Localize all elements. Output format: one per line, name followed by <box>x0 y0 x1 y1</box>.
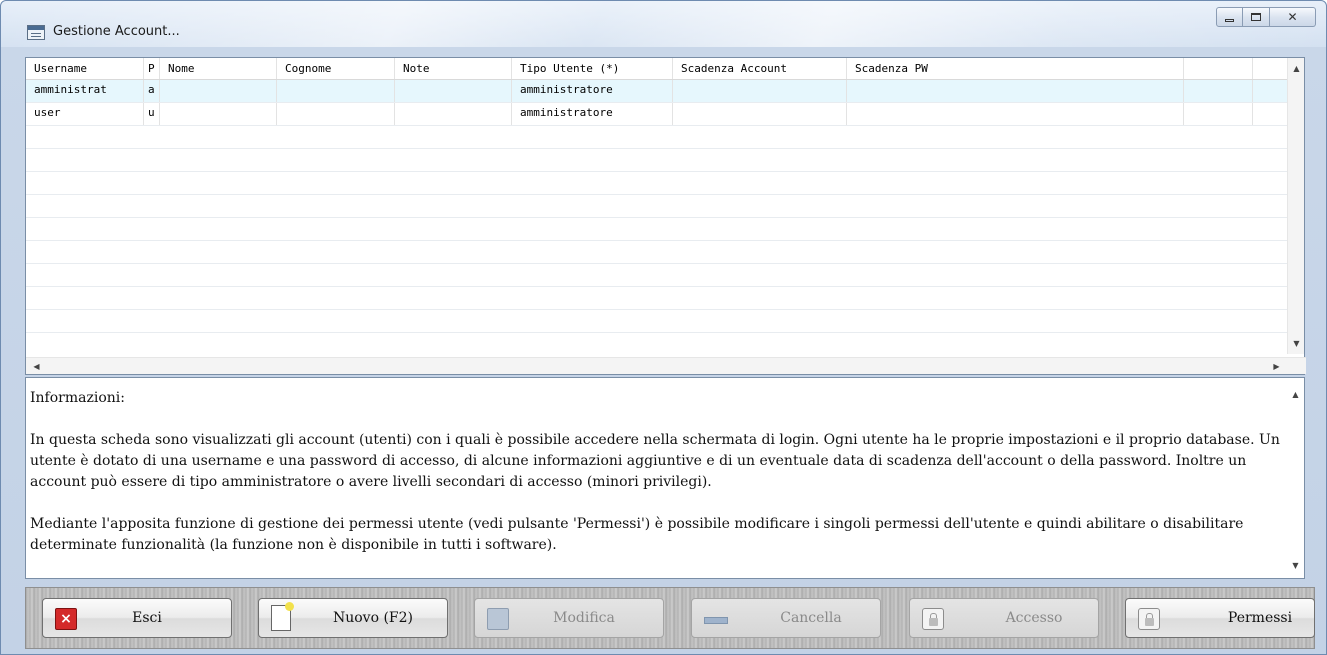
empty-row <box>26 195 1288 218</box>
close-button[interactable]: ✕ <box>1270 7 1316 27</box>
cell-username: amministrat <box>26 80 144 102</box>
cell-user-type: amministratore <box>512 80 673 102</box>
close-icon: ✕ <box>1287 10 1298 24</box>
maximize-icon <box>1251 13 1261 21</box>
cell-notes <box>395 103 512 125</box>
cell-password-expiry <box>847 80 1184 102</box>
access-button[interactable]: Accesso <box>909 598 1099 638</box>
cell-notes <box>395 80 512 102</box>
permissions-button-label: Permessi <box>1227 610 1293 626</box>
column-header-account-expiry[interactable]: Scadenza Account <box>673 58 847 79</box>
scroll-down-arrow-icon[interactable]: ▼ <box>1288 335 1305 352</box>
column-header-user-type[interactable]: Tipo Utente (*) <box>512 58 673 79</box>
empty-row <box>26 126 1288 149</box>
table-row[interactable]: amministrat a amministratore <box>26 80 1288 103</box>
delete-button[interactable]: Cancella <box>691 598 881 638</box>
exit-button[interactable]: × Esci <box>42 598 232 638</box>
info-paragraph-1: In questa scheda sono visualizzati gli a… <box>30 432 1280 490</box>
info-panel[interactable]: Informazioni: In questa scheda sono visu… <box>25 377 1305 579</box>
minimize-button[interactable] <box>1216 7 1243 27</box>
access-button-label: Accesso <box>1005 610 1063 626</box>
empty-row <box>26 264 1288 287</box>
info-vertical-scrollbar[interactable]: ▲ ▼ <box>1287 378 1304 578</box>
edit-button[interactable]: Modifica <box>474 598 664 638</box>
column-header-name[interactable]: Nome <box>160 58 277 79</box>
scroll-down-arrow-icon[interactable]: ▼ <box>1287 557 1304 574</box>
cell-account-expiry <box>673 103 847 125</box>
column-header-username[interactable]: Username <box>26 58 144 79</box>
table-row[interactable]: user u amministratore <box>26 103 1288 126</box>
column-header-extra-2[interactable] <box>1253 58 1288 79</box>
cell-password-expiry <box>847 103 1184 125</box>
column-header-password[interactable]: P <box>144 58 160 79</box>
cell-password: u <box>144 103 160 125</box>
cell-account-expiry <box>673 80 847 102</box>
info-paragraph-2: Mediante l'apposita funzione di gestione… <box>30 516 1244 553</box>
grid-header: Username P Nome Cognome Note Tipo Utente… <box>26 58 1288 80</box>
grid-body: amministrat a amministratore user u ammi… <box>26 80 1288 354</box>
column-header-password-expiry[interactable]: Scadenza PW <box>847 58 1184 79</box>
empty-row <box>26 149 1288 172</box>
account-management-window: Gestione Account... ✕ Username P Nome Co… <box>0 0 1327 655</box>
new-button-label: Nuovo (F2) <box>332 610 414 626</box>
cell-surname <box>277 80 395 102</box>
window-controls: ✕ <box>1216 7 1316 27</box>
cell-extra-1 <box>1184 103 1253 125</box>
scroll-up-arrow-icon[interactable]: ▲ <box>1288 60 1305 77</box>
window-title: Gestione Account... <box>53 24 180 39</box>
cell-username: user <box>26 103 144 125</box>
column-header-extra-1[interactable] <box>1184 58 1253 79</box>
column-header-surname[interactable]: Cognome <box>277 58 395 79</box>
empty-row <box>26 333 1288 354</box>
accounts-grid[interactable]: Username P Nome Cognome Note Tipo Utente… <box>25 57 1306 375</box>
title-bar[interactable]: Gestione Account... ✕ <box>1 1 1326 47</box>
minimize-icon <box>1225 18 1234 22</box>
button-bar: × Esci Nuovo (F2) Modifica Cancella Acce… <box>25 587 1315 649</box>
grid-horizontal-scrollbar[interactable]: ◀ ▶ <box>26 357 1306 374</box>
edit-button-label: Modifica <box>553 610 615 626</box>
new-button[interactable]: Nuovo (F2) <box>258 598 448 638</box>
empty-row <box>26 172 1288 195</box>
info-text: Informazioni: In questa scheda sono visu… <box>30 388 1280 556</box>
cell-name <box>160 80 277 102</box>
info-heading: Informazioni: <box>30 390 125 406</box>
scroll-up-arrow-icon[interactable]: ▲ <box>1287 386 1304 403</box>
cell-name <box>160 103 277 125</box>
column-header-notes[interactable]: Note <box>395 58 512 79</box>
permissions-button[interactable]: Permessi <box>1125 598 1315 638</box>
empty-row <box>26 287 1288 310</box>
delete-button-label: Cancella <box>780 610 842 626</box>
cell-extra-2 <box>1253 80 1288 102</box>
cell-user-type: amministratore <box>512 103 673 125</box>
cell-extra-1 <box>1184 80 1253 102</box>
cell-surname <box>277 103 395 125</box>
scroll-left-arrow-icon[interactable]: ◀ <box>28 358 45 375</box>
cell-password: a <box>144 80 160 102</box>
maximize-button[interactable] <box>1243 7 1270 27</box>
app-window-icon <box>27 25 45 40</box>
scroll-right-arrow-icon[interactable]: ▶ <box>1268 358 1285 375</box>
empty-row <box>26 310 1288 333</box>
empty-row <box>26 241 1288 264</box>
cell-extra-2 <box>1253 103 1288 125</box>
empty-row <box>26 218 1288 241</box>
exit-button-label: Esci <box>132 610 162 626</box>
grid-vertical-scrollbar[interactable]: ▲ ▼ <box>1287 58 1304 354</box>
